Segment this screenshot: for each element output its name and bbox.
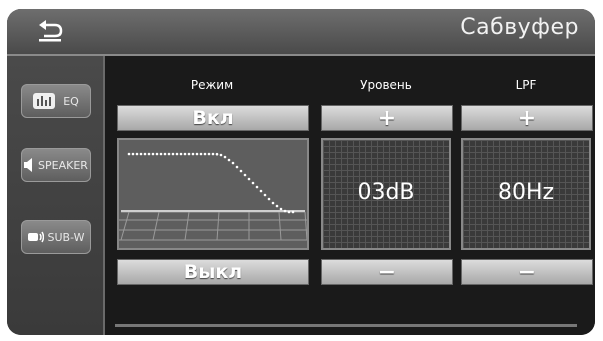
sidebar-item-speaker[interactable]: SPEAKER	[21, 148, 91, 182]
lpf-header: LPF	[515, 78, 537, 92]
speaker-icon	[24, 158, 33, 172]
screen: Сабвуфер EQ SPEAKER SUB-W Режим Уровень …	[7, 9, 595, 335]
mode-on-button[interactable]: Вкл	[117, 105, 309, 131]
back-icon[interactable]	[35, 19, 65, 43]
mode-header: Режим	[190, 78, 234, 92]
lpf-plus-button[interactable]: +	[461, 105, 593, 131]
lpf-display: 80Hz	[461, 138, 591, 250]
top-bar: Сабвуфер	[7, 9, 595, 56]
level-display: 03dB	[321, 138, 451, 250]
sidebar-item-label: SUB-W	[47, 230, 85, 244]
subwoofer-icon	[27, 231, 44, 243]
eq-icon	[33, 93, 56, 109]
level-minus-button[interactable]: −	[321, 259, 453, 285]
divider	[115, 324, 577, 327]
curve-illustration	[119, 152, 308, 241]
sidebar-item-label: SPEAKER	[38, 158, 88, 172]
subwoofer-curve-graph	[117, 138, 309, 250]
lpf-value: 80Hz	[497, 180, 555, 205]
sidebar: EQ SPEAKER SUB-W	[7, 56, 105, 335]
level-plus-button[interactable]: +	[321, 105, 453, 131]
sidebar-item-label: EQ	[63, 94, 79, 108]
mode-off-button[interactable]: Выкл	[117, 259, 309, 285]
sidebar-item-subwoofer[interactable]: SUB-W	[21, 220, 91, 254]
main-panel: Режим Уровень LPF Вкл + + 03dB 80Hz Выкл…	[105, 56, 595, 335]
lpf-minus-button[interactable]: −	[461, 259, 593, 285]
level-value: 03dB	[357, 180, 415, 205]
sidebar-item-eq[interactable]: EQ	[21, 84, 91, 118]
level-header: Уровень	[360, 78, 412, 92]
page-title: Сабвуфер	[460, 15, 579, 40]
